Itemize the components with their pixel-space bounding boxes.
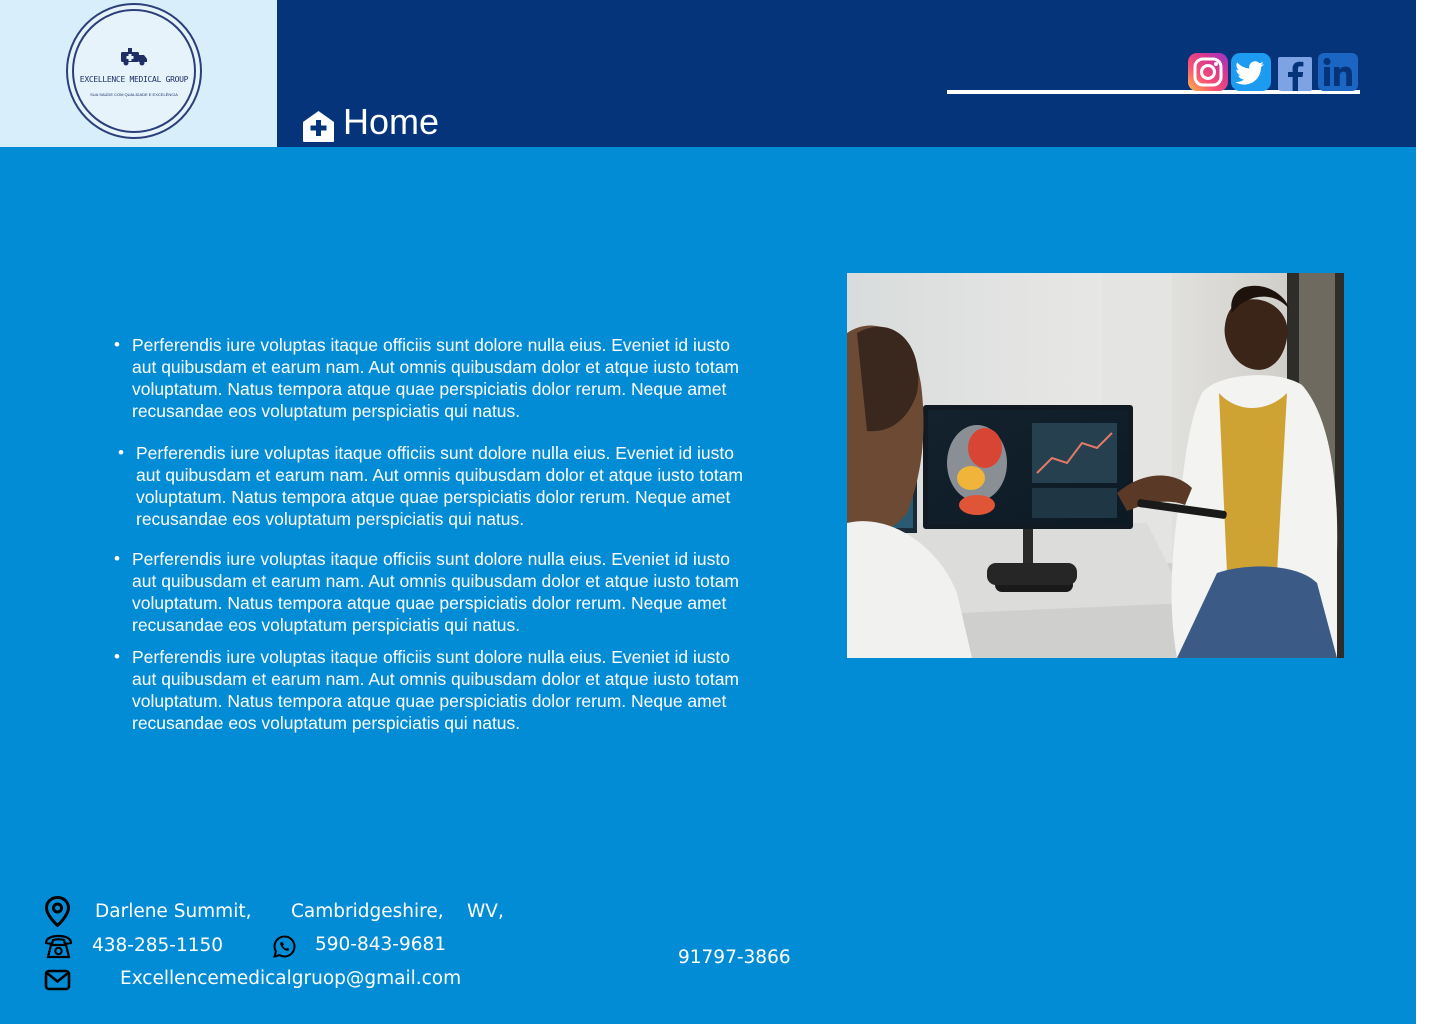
bullet-list: Perferendis iure voluptas itaque officii… <box>112 334 772 734</box>
page-canvas: EXCELLENCE MEDICAL GROUP SUA SAÚDE COM Q… <box>0 0 1416 1024</box>
brand-logo[interactable]: EXCELLENCE MEDICAL GROUP SUA SAÚDE COM Q… <box>66 3 202 139</box>
list-item: Perferendis iure voluptas itaque officii… <box>112 646 752 734</box>
whatsapp-icon <box>273 935 296 958</box>
logo-name: EXCELLENCE MEDICAL GROUP <box>79 75 189 84</box>
zip-code: 91797-3866 <box>678 947 791 968</box>
linkedin-icon <box>1318 53 1358 91</box>
list-item: Perferendis iure voluptas itaque officii… <box>116 442 756 530</box>
address-city: Cambridgeshire, <box>291 901 444 922</box>
facebook-link[interactable] <box>1276 53 1316 91</box>
house-medical-icon <box>303 111 334 142</box>
logo-panel: EXCELLENCE MEDICAL GROUP SUA SAÚDE COM Q… <box>0 0 277 147</box>
logo-tagline: SUA SAÚDE COM QUALIDADE E EXCELÊNCIA <box>90 92 178 97</box>
list-item: Perferendis iure voluptas itaque officii… <box>112 548 752 636</box>
doctors-consultation-photo <box>847 273 1344 658</box>
twitter-link[interactable] <box>1231 53 1271 91</box>
linkedin-link[interactable] <box>1318 53 1358 91</box>
facebook-icon <box>1278 57 1312 91</box>
address-state: WV, <box>467 901 504 922</box>
phone-number[interactable]: 438-285-1150 <box>92 935 223 956</box>
contact-footer: Darlene Summit, Cambridgeshire, WV, 438-… <box>0 880 1416 1024</box>
whatsapp-number[interactable]: 590-843-9681 <box>315 934 446 955</box>
list-item: Perferendis iure voluptas itaque officii… <box>112 334 752 422</box>
nav-home-link[interactable]: Home <box>302 101 439 143</box>
address-street: Darlene Summit, <box>95 901 252 922</box>
instagram-link[interactable] <box>1188 53 1228 91</box>
nav-home-label: Home <box>343 101 440 142</box>
ambulance-icon <box>121 48 147 66</box>
location-pin-icon <box>44 896 71 927</box>
telephone-icon <box>44 934 73 959</box>
logo-inner-ring <box>72 9 196 133</box>
instagram-icon <box>1188 53 1228 91</box>
mail-icon <box>44 969 71 991</box>
site-header: EXCELLENCE MEDICAL GROUP SUA SAÚDE COM Q… <box>0 0 1416 147</box>
email-address[interactable]: Excellencemedicalgruop@gmail.com <box>120 968 461 989</box>
twitter-icon <box>1231 53 1271 91</box>
